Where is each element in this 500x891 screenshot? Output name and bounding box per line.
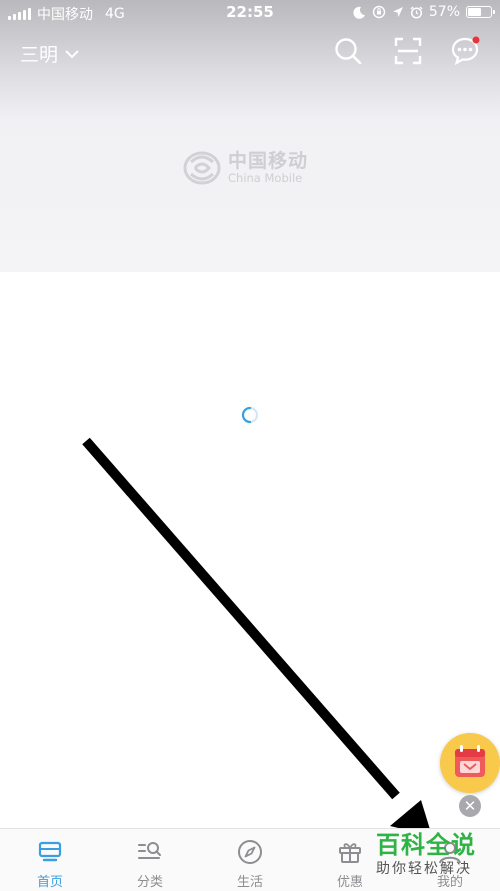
gift-icon [339, 843, 361, 863]
tab-category-label: 分类 [136, 875, 163, 890]
watermark-title: 百科全说 [376, 831, 476, 859]
calendar-gift-icon [455, 745, 485, 777]
tab-life[interactable]: 生活 [200, 829, 300, 891]
watermark-subtitle: 助你轻松解决 [376, 861, 472, 877]
tab-home-label: 首页 [36, 875, 63, 890]
tab-life-label: 生活 [236, 875, 263, 890]
annotation-arrow [82, 437, 432, 836]
home-icon [38, 841, 62, 862]
category-icon [138, 842, 161, 859]
close-icon[interactable]: ✕ [459, 795, 481, 817]
tab-home[interactable]: 首页 [0, 829, 100, 891]
floating-calendar-badge[interactable] [440, 733, 500, 793]
compass-icon [238, 840, 262, 864]
tab-category[interactable]: 分类 [100, 829, 200, 891]
watermark: 百科全说 助你轻松解决 [376, 830, 494, 878]
